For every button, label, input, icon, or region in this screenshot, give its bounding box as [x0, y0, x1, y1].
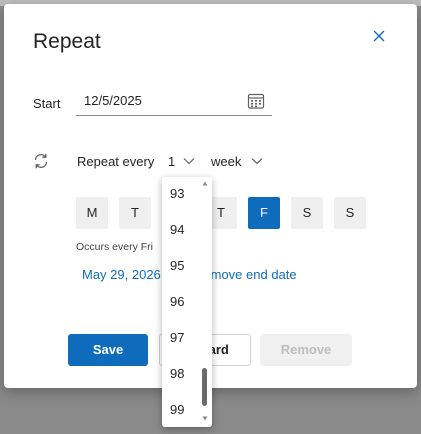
repeat-every-label: Repeat every: [77, 154, 155, 169]
day-button-saturday[interactable]: S: [291, 197, 323, 229]
unit-select[interactable]: week: [211, 152, 269, 172]
interval-dropdown-list[interactable]: 93 94 95 96 97 98 99: [162, 177, 212, 427]
day-button-friday[interactable]: F: [248, 197, 280, 229]
scroll-up-arrow-icon[interactable]: [202, 181, 208, 186]
end-date-link[interactable]: May 29, 2026: [82, 267, 161, 282]
calendar-icon[interactable]: [247, 92, 265, 110]
chevron-down-icon: [183, 158, 195, 165]
day-button-tuesday[interactable]: T: [119, 197, 151, 229]
start-label: Start: [33, 96, 61, 111]
start-date-value: 12/5/2025: [84, 93, 142, 108]
day-button-monday[interactable]: M: [76, 197, 108, 229]
start-date-field[interactable]: 12/5/2025: [76, 89, 272, 116]
close-icon: [373, 30, 385, 42]
interval-select[interactable]: 1: [168, 152, 202, 172]
interval-value: 1: [168, 154, 176, 169]
dialog-title: Repeat: [33, 30, 101, 53]
dropdown-option[interactable]: 95: [162, 248, 208, 284]
dropdown-option[interactable]: 94: [162, 212, 208, 248]
chevron-down-icon: [251, 158, 263, 165]
close-button[interactable]: [369, 26, 389, 46]
occurs-summary: Occurs every Fri: [76, 241, 154, 253]
dropdown-option[interactable]: 96: [162, 284, 208, 320]
repeat-icon: [34, 153, 48, 169]
day-button-sunday[interactable]: S: [334, 197, 366, 229]
unit-value: week: [211, 154, 242, 169]
save-button[interactable]: Save: [68, 334, 148, 366]
remove-button: Remove: [260, 334, 352, 366]
scroll-down-arrow-icon[interactable]: [202, 416, 208, 421]
dropdown-scrollbar-thumb[interactable]: [202, 368, 207, 406]
dropdown-option[interactable]: 97: [162, 320, 208, 356]
